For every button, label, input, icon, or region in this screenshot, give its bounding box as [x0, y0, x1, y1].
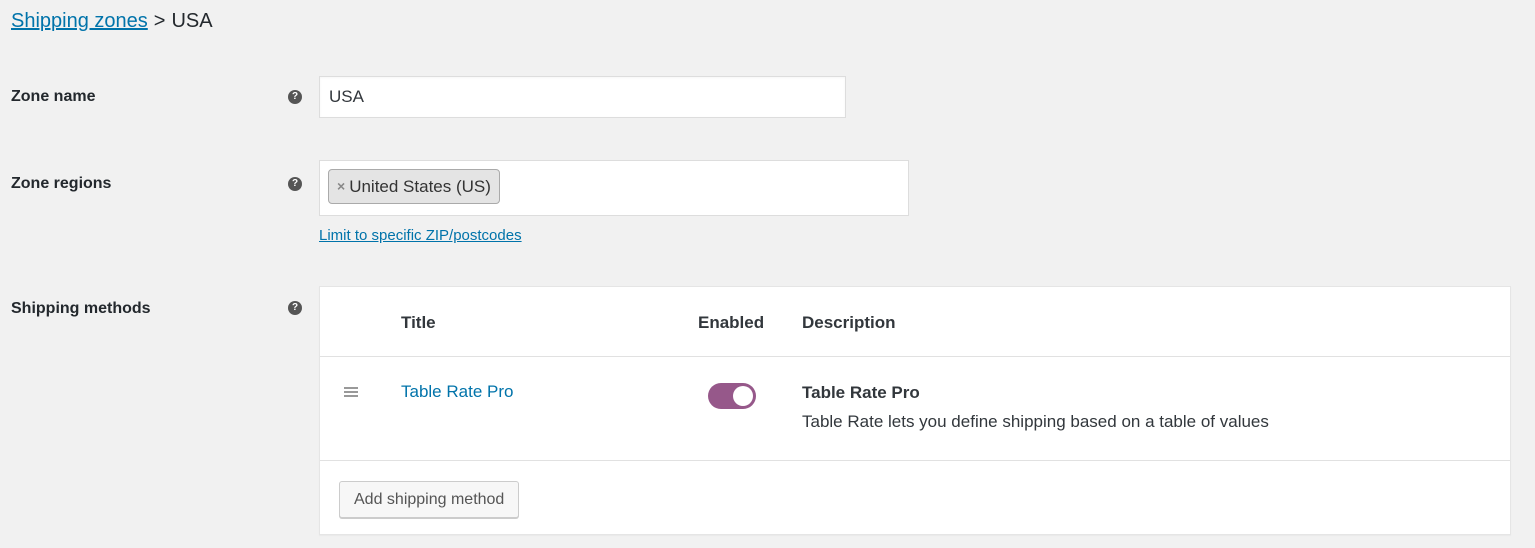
column-header-description: Description	[802, 313, 896, 332]
table-footer: Add shipping method	[320, 462, 1510, 535]
enabled-toggle[interactable]	[708, 383, 756, 409]
remove-chip-icon[interactable]: ×	[337, 170, 345, 203]
breadcrumb-current: USA	[171, 10, 213, 32]
question-circle-icon[interactable]: ?	[288, 177, 302, 191]
table-header: Title Enabled Description	[320, 287, 1510, 357]
column-header-title: Title	[401, 313, 436, 332]
method-description-title: Table Rate Pro	[802, 383, 920, 402]
region-chip-label: United States (US)	[349, 177, 491, 196]
limit-zip-postcodes-link[interactable]: Limit to specific ZIP/postcodes	[319, 227, 522, 244]
zone-name-input[interactable]	[319, 76, 846, 118]
breadcrumb-shipping-zones-link[interactable]: Shipping zones	[11, 10, 148, 32]
shipping-methods-label: Shipping methods	[11, 300, 151, 317]
question-circle-icon[interactable]: ?	[288, 301, 302, 315]
breadcrumb: Shipping zones > USA	[11, 7, 213, 35]
zone-regions-select[interactable]: × United States (US)	[319, 160, 909, 216]
method-title-link[interactable]: Table Rate Pro	[401, 382, 513, 402]
zone-regions-label: Zone regions	[11, 175, 112, 192]
shipping-methods-table: Title Enabled Description Table Rate Pro…	[319, 286, 1511, 535]
add-shipping-method-button[interactable]: Add shipping method	[339, 481, 520, 518]
breadcrumb-separator: >	[153, 10, 166, 32]
column-header-enabled: Enabled	[698, 313, 765, 332]
drag-handle-icon[interactable]	[344, 387, 358, 397]
method-description-text: Table Rate lets you define shipping base…	[802, 412, 1269, 431]
table-row: Table Rate Pro Table Rate Pro Table Rate…	[320, 357, 1510, 461]
toggle-knob	[733, 386, 753, 406]
question-circle-icon[interactable]: ?	[288, 90, 302, 104]
zone-name-label: Zone name	[11, 88, 96, 105]
region-chip: × United States (US)	[328, 169, 500, 204]
